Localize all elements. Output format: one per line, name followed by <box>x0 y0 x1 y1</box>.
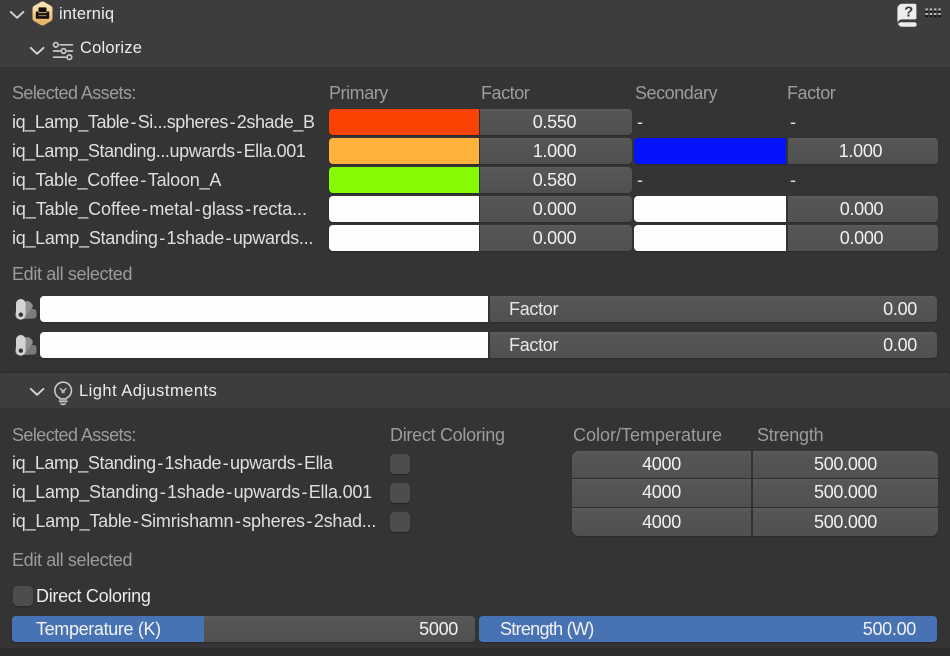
svg-text:?: ? <box>904 4 913 21</box>
